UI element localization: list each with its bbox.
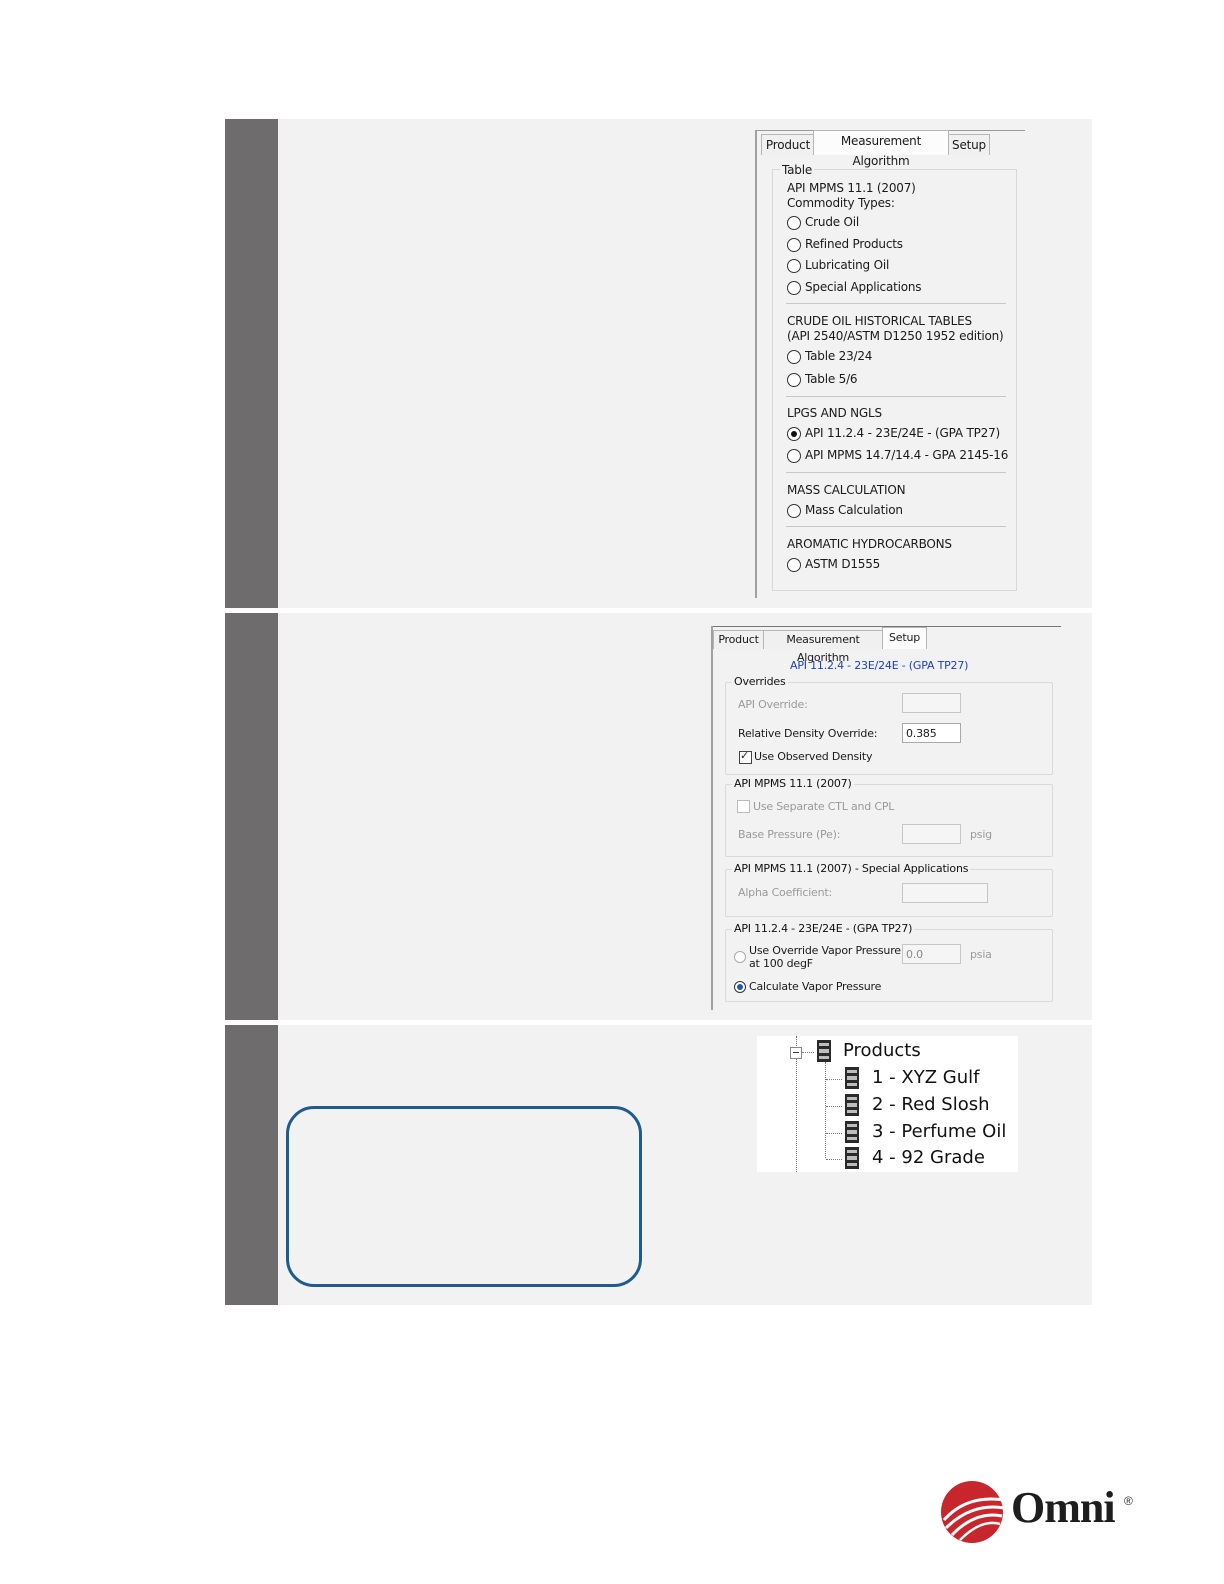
override-vapor-pressure-unit: psia — [970, 948, 992, 961]
table-5-6-radio[interactable] — [787, 373, 801, 387]
api-11-2-4-label: API 11.2.4 - 23E/24E - (GPA TP27) — [805, 426, 1001, 440]
product-drum-icon — [845, 1147, 859, 1169]
measurement-algorithm-panel: Product Measurement Algorithm Setup Tabl… — [755, 130, 1025, 598]
astm-d1555-label: ASTM D1555 — [805, 557, 881, 571]
table-23-24-label: Table 23/24 — [805, 349, 873, 363]
collapse-toggle-icon[interactable] — [790, 1047, 802, 1059]
setup-panel: Product Measurement Algorithm Setup API … — [711, 626, 1061, 1010]
lpg-heading: LPGS AND NGLS — [787, 406, 882, 420]
tree-item-product-2[interactable]: 2 - Red Slosh — [872, 1094, 990, 1115]
products-drum-icon — [817, 1040, 831, 1062]
separate-ctl-cpl-label: Use Separate CTL and CPL — [753, 800, 895, 813]
special-applications-label: Special Applications — [805, 280, 922, 294]
divider — [786, 472, 1006, 473]
tab-product[interactable]: Product — [761, 134, 815, 155]
mass-calculation-radio[interactable] — [787, 504, 801, 518]
tree-item-product-4[interactable]: 4 - 92 Grade — [872, 1147, 985, 1168]
special-applications-radio[interactable] — [787, 281, 801, 295]
tab-measurement-algorithm[interactable]: Measurement Algorithm — [763, 630, 883, 664]
aromatic-heading: AROMATIC HYDROCARBONS — [787, 537, 952, 551]
step-bar — [225, 613, 278, 1020]
override-vapor-pressure-input[interactable]: 0.0 — [902, 944, 961, 964]
crude-historical-subheading: (API 2540/ASTM D1250 1952 edition) — [787, 329, 1004, 343]
overrides-title: Overrides — [732, 675, 788, 688]
separate-ctl-cpl-checkbox[interactable] — [737, 800, 750, 813]
special-applications-title: API MPMS 11.1 (2007) - Special Applicati… — [732, 862, 971, 875]
astm-d1555-radio[interactable] — [787, 558, 801, 572]
tab-product[interactable]: Product — [713, 630, 764, 649]
api-mpms-14-7-label: API MPMS 14.7/14.4 - GPA 2145-16 — [805, 448, 1009, 462]
override-vapor-pressure-radio[interactable] — [734, 951, 746, 963]
api-heading: API MPMS 11.1 (2007) — [787, 181, 916, 195]
tab-setup[interactable]: Setup — [948, 134, 990, 155]
omni-logo: Omni ® — [938, 1474, 1138, 1546]
calculate-vapor-pressure-label: Calculate Vapor Pressure — [749, 980, 882, 993]
tree-item-product-3[interactable]: 3 - Perfume Oil — [872, 1121, 1006, 1142]
divider — [786, 526, 1006, 527]
lubricating-oil-radio[interactable] — [787, 259, 801, 273]
relative-density-label: Relative Density Override: — [738, 727, 878, 740]
table-5-6-label: Table 5/6 — [805, 372, 858, 386]
use-observed-density-checkbox[interactable] — [739, 749, 752, 764]
alpha-coefficient-input[interactable] — [902, 883, 988, 903]
crude-historical-heading: CRUDE OIL HISTORICAL TABLES — [787, 314, 972, 328]
product-drum-icon — [845, 1121, 859, 1143]
tab-measurement-algorithm[interactable]: Measurement Algorithm — [813, 130, 949, 168]
api-override-label: API Override: — [738, 698, 808, 711]
base-pressure-unit: psig — [970, 828, 992, 841]
crude-oil-label: Crude Oil — [805, 215, 860, 229]
tp27-title: API 11.2.4 - 23E/24E - (GPA TP27) — [732, 922, 915, 935]
commodity-heading: Commodity Types: — [787, 196, 895, 210]
omni-logo-text: Omni — [1011, 1483, 1116, 1532]
divider — [786, 396, 1006, 397]
divider — [786, 303, 1006, 304]
omni-swoosh-icon — [941, 1481, 1005, 1543]
calculate-vapor-pressure-radio[interactable] — [734, 981, 746, 993]
api-11-2-4-radio[interactable] — [787, 427, 801, 441]
api-2007-title: API MPMS 11.1 (2007) — [732, 777, 854, 790]
relative-density-input[interactable]: 0.385 — [902, 723, 961, 743]
mass-heading: MASS CALCULATION — [787, 483, 906, 497]
step-bar — [225, 119, 278, 608]
table-23-24-radio[interactable] — [787, 350, 801, 364]
base-pressure-label: Base Pressure (Pe): — [738, 828, 841, 841]
api-2007-group: API MPMS 11.1 (2007) — [725, 777, 1053, 857]
callout-box — [286, 1106, 642, 1287]
table-group-title: Table — [780, 163, 815, 177]
tab-setup[interactable]: Setup — [882, 627, 927, 649]
product-drum-icon — [845, 1067, 859, 1089]
api-mpms-14-7-radio[interactable] — [787, 449, 801, 463]
products-tree: Products 1 - XYZ Gulf 2 - Red Slosh 3 - … — [757, 1036, 1018, 1172]
mass-calculation-label: Mass Calculation — [805, 503, 903, 517]
step-bar — [225, 1025, 278, 1305]
crude-oil-radio[interactable] — [787, 216, 801, 230]
refined-products-radio[interactable] — [787, 238, 801, 252]
override-vapor-pressure-label-1: Use Override Vapor Pressure — [749, 944, 901, 957]
tree-item-product-1[interactable]: 1 - XYZ Gulf — [872, 1067, 979, 1088]
registered-mark: ® — [1124, 1494, 1133, 1508]
product-drum-icon — [845, 1094, 859, 1116]
products-root-label[interactable]: Products — [843, 1040, 921, 1061]
base-pressure-input[interactable] — [902, 824, 961, 844]
override-vapor-pressure-label-2: at 100 degF — [749, 957, 813, 970]
alpha-coefficient-label: Alpha Coefficient: — [738, 886, 833, 899]
lubricating-oil-label: Lubricating Oil — [805, 258, 890, 272]
selected-algorithm-title: API 11.2.4 - 23E/24E - (GPA TP27) — [790, 659, 969, 672]
use-observed-density-label: Use Observed Density — [754, 750, 873, 763]
refined-products-label: Refined Products — [805, 237, 903, 251]
api-override-input[interactable] — [902, 693, 961, 713]
